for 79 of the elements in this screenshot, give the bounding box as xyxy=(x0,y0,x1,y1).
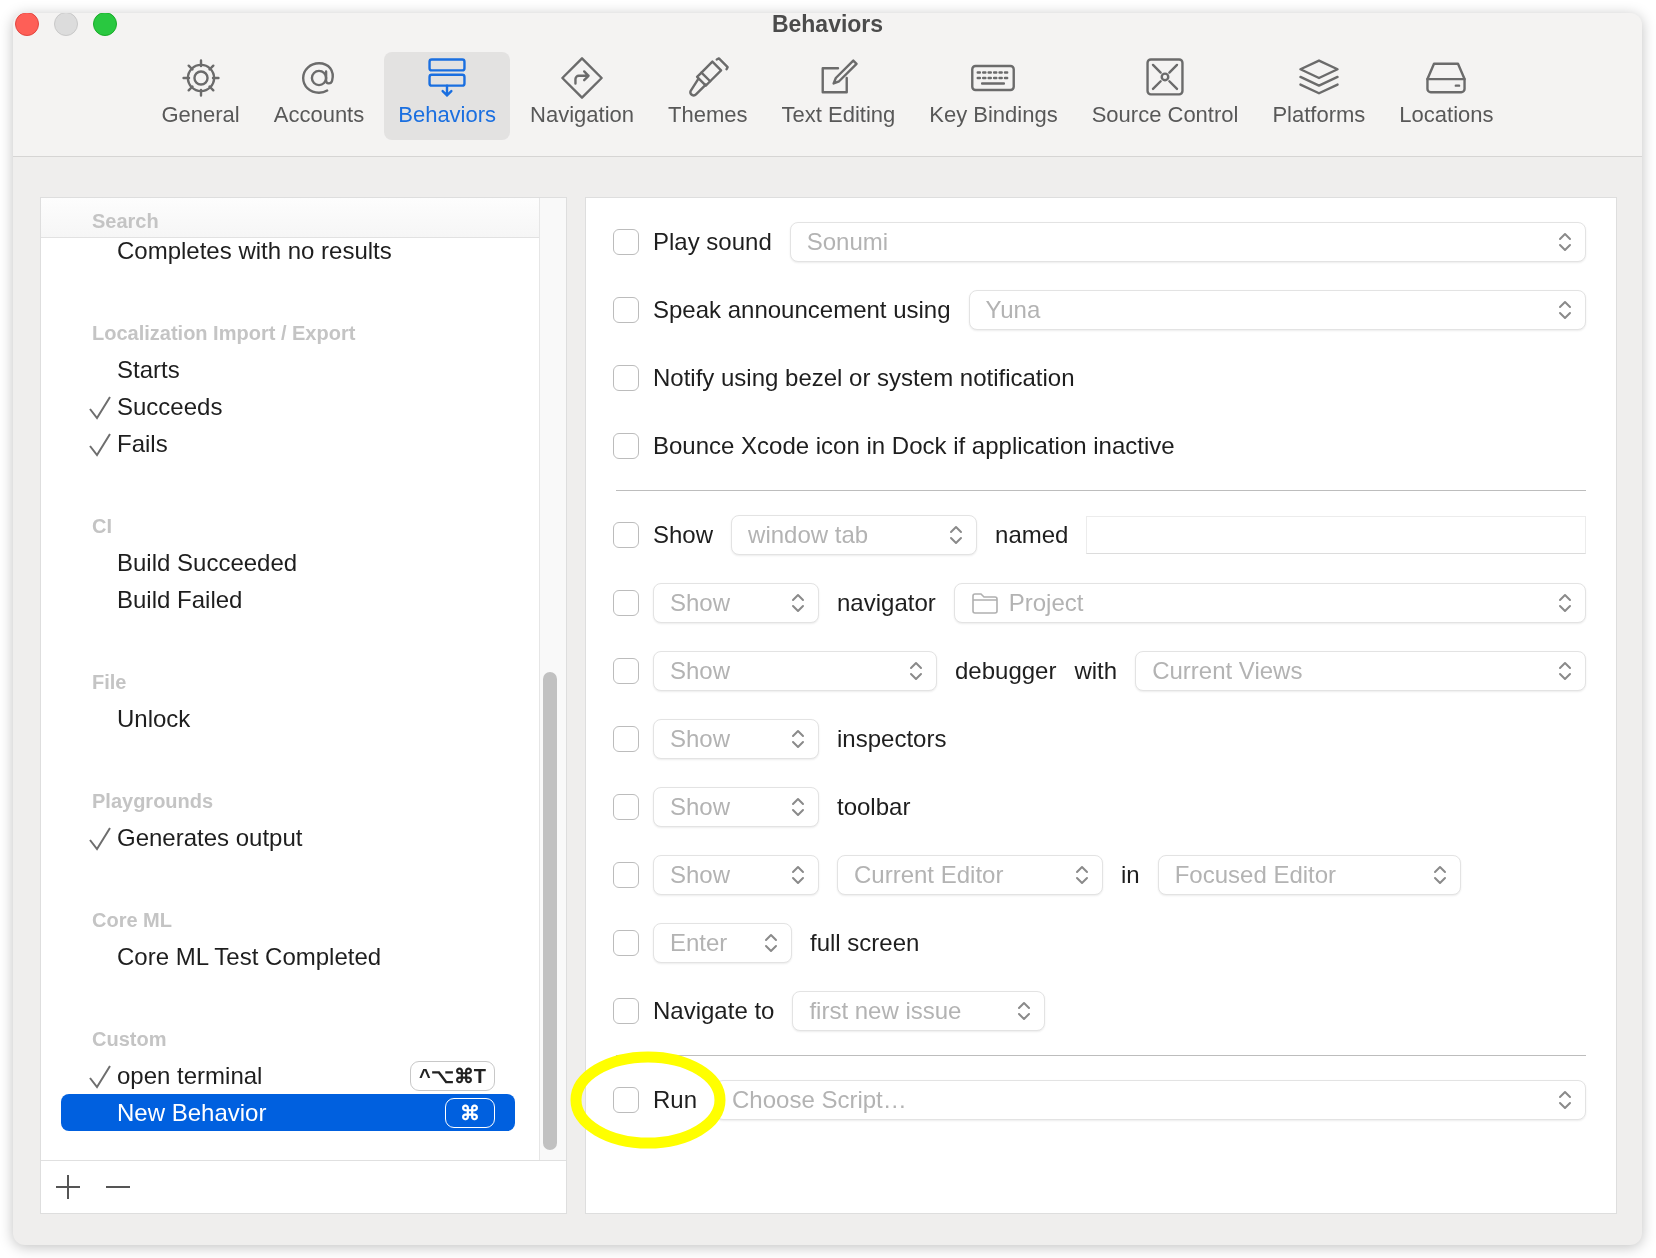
window-title: Behaviors xyxy=(771,13,884,37)
checkbox[interactable] xyxy=(613,229,639,255)
scrollbar-thumb[interactable] xyxy=(543,672,557,1150)
checkbox[interactable] xyxy=(613,433,639,459)
checkbox[interactable] xyxy=(613,590,639,616)
toolbar-tab[interactable]: Source Control xyxy=(1077,52,1253,140)
zoom-button[interactable] xyxy=(93,13,117,36)
option-label: inspectors xyxy=(837,725,947,753)
checkbox[interactable] xyxy=(613,658,639,684)
behavior-item[interactable]: Starts xyxy=(61,351,515,388)
option-label: named xyxy=(995,521,1069,549)
option-label: in xyxy=(1121,861,1140,889)
section-header: Core ML xyxy=(91,908,173,933)
toolbar-tab[interactable]: Behaviors xyxy=(384,52,511,140)
behavior-item[interactable]: Core ML Test Completed xyxy=(61,938,515,975)
up-down-chevron-icon xyxy=(1557,659,1573,683)
section-header: Custom xyxy=(91,1027,168,1052)
checkbox[interactable] xyxy=(613,297,639,323)
toolbar-tab[interactable]: Navigation xyxy=(516,52,649,140)
section-header: CI xyxy=(91,514,113,539)
section-header: Localization Import / Export xyxy=(91,321,357,346)
option-label: Speak announcement using xyxy=(653,296,951,324)
checkbox[interactable] xyxy=(613,365,639,391)
option-label: Notify using bezel or system notification xyxy=(653,364,1075,392)
up-down-chevron-icon xyxy=(948,523,965,547)
behavior-item[interactable]: New Behavior ⌘ xyxy=(61,1094,515,1131)
toolbar-tab[interactable]: Platforms xyxy=(1258,52,1380,140)
checkbox[interactable] xyxy=(613,726,639,752)
behavior-item[interactable]: Build Failed xyxy=(61,581,515,618)
checkbox[interactable] xyxy=(613,862,639,888)
checkbox[interactable] xyxy=(613,998,639,1024)
checkbox[interactable] xyxy=(613,1087,639,1113)
behavior-item[interactable]: Fails xyxy=(61,425,515,462)
toolbar-tab[interactable]: Accounts xyxy=(259,52,379,140)
checkbox[interactable] xyxy=(613,930,639,956)
checkbox[interactable] xyxy=(613,794,639,820)
checkbox[interactable] xyxy=(613,522,639,548)
behavior-item[interactable]: Unlock xyxy=(61,700,515,737)
toolbar-tab[interactable]: Themes xyxy=(654,52,762,140)
up-down-chevron-icon xyxy=(1557,298,1573,322)
option-label: Show xyxy=(653,521,714,549)
behavior-item[interactable]: Build Succeeded xyxy=(61,544,515,581)
up-down-chevron-icon xyxy=(790,863,806,887)
option-label: toolbar xyxy=(837,793,911,821)
up-down-chevron-icon xyxy=(1557,230,1573,254)
option-label: navigator xyxy=(837,589,936,617)
option-label: Run xyxy=(653,1086,698,1114)
option-label: Bounce Xcode icon in Dock if application inactive xyxy=(653,432,1175,460)
section-header: Playgrounds xyxy=(91,789,215,814)
shortcut-badge[interactable]: ⌘ xyxy=(445,1097,495,1128)
folder-icon xyxy=(970,592,999,614)
option-label: Play sound xyxy=(653,228,772,256)
toolbar-tab[interactable]: General xyxy=(147,52,254,140)
up-down-chevron-icon xyxy=(763,931,779,955)
behavior-item[interactable]: Succeeds xyxy=(61,388,515,425)
option-label: debugger xyxy=(955,657,1057,685)
up-down-chevron-icon xyxy=(1557,1088,1573,1112)
up-down-chevron-icon xyxy=(1016,999,1033,1023)
up-down-chevron-icon xyxy=(1431,863,1448,887)
up-down-chevron-icon xyxy=(790,727,806,751)
up-down-chevron-icon xyxy=(790,795,806,819)
option-label: with xyxy=(1074,657,1118,685)
minimize-button[interactable] xyxy=(54,13,78,36)
option-label: Navigate to xyxy=(653,997,775,1025)
behavior-item[interactable]: open terminal ^⌥⌘T xyxy=(61,1057,515,1094)
toolbar-tab[interactable]: Locations xyxy=(1385,52,1508,140)
up-down-chevron-icon xyxy=(1557,591,1573,615)
behavior-item[interactable]: Generates output xyxy=(61,819,515,856)
option-label: full screen xyxy=(810,929,920,957)
up-down-chevron-icon xyxy=(790,591,806,615)
name-field[interactable] xyxy=(1086,516,1586,554)
add-icon[interactable] xyxy=(53,1172,83,1202)
up-down-chevron-icon xyxy=(1074,863,1090,887)
shortcut-badge[interactable]: ^⌥⌘T xyxy=(410,1060,495,1091)
up-down-chevron-icon xyxy=(908,659,924,683)
section-header: File xyxy=(91,670,128,695)
toolbar-tab[interactable]: Text Editing xyxy=(767,52,910,140)
close-button[interactable] xyxy=(15,13,39,36)
toolbar-tab[interactable]: Key Bindings xyxy=(915,52,1072,140)
